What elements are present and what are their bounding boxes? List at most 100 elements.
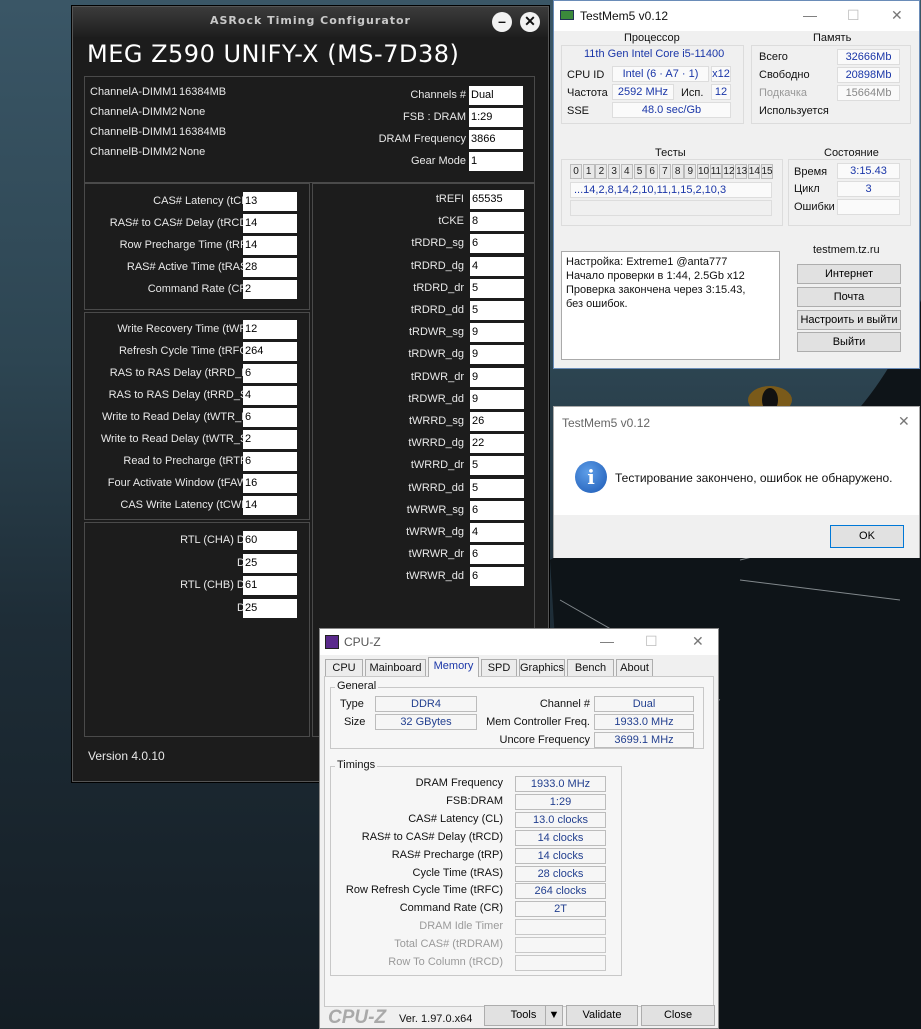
test-cell[interactable]: 7 bbox=[658, 164, 671, 179]
timing-field[interactable]: 8 bbox=[470, 212, 524, 232]
ok-button[interactable]: OK bbox=[830, 525, 904, 548]
timing-label: Write to Read Delay (tWTR_S) bbox=[100, 433, 251, 445]
timing-field[interactable]: 5 bbox=[470, 456, 524, 476]
test-cell[interactable]: 10 bbox=[697, 164, 709, 179]
timing-field[interactable]: 14 bbox=[243, 496, 297, 515]
tab-about[interactable]: About bbox=[616, 659, 653, 676]
timing-field[interactable]: 12 bbox=[243, 320, 297, 339]
timing-value: 1933.0 MHz bbox=[515, 776, 606, 792]
test-cell[interactable]: 15 bbox=[760, 164, 773, 179]
minimize-button[interactable]: — bbox=[600, 633, 614, 649]
test-cell[interactable]: 4 bbox=[620, 164, 633, 179]
tab-mainboard[interactable]: Mainboard bbox=[365, 659, 426, 676]
timing-field[interactable]: 60 bbox=[243, 531, 297, 550]
setup-exit-button[interactable]: Настроить и выйти bbox=[797, 310, 901, 330]
timing-field[interactable]: 22 bbox=[470, 434, 524, 454]
timing-field[interactable]: 25 bbox=[243, 598, 297, 618]
timing-field[interactable]: 65535 bbox=[470, 190, 524, 209]
timing-field[interactable]: 5 bbox=[470, 478, 524, 498]
timing-field[interactable]: 9 bbox=[470, 323, 524, 343]
minimize-button[interactable]: — bbox=[803, 7, 817, 23]
close-button[interactable]: ✕ bbox=[692, 633, 704, 650]
timing-label: tWRWR_dr bbox=[408, 548, 464, 561]
timing-field[interactable]: 13 bbox=[243, 192, 297, 211]
info-field[interactable]: 1 bbox=[469, 152, 523, 171]
tools-dropdown-icon[interactable]: ▼ bbox=[545, 1005, 563, 1026]
test-cell[interactable]: 14 bbox=[747, 164, 760, 179]
timing-field[interactable]: 2 bbox=[243, 430, 297, 449]
tools-label: Tools bbox=[510, 1009, 537, 1021]
testmem-titlebar[interactable]: TestMem5 v0.12 — ☐ ✕ bbox=[554, 1, 919, 31]
tab-cpu[interactable]: CPU bbox=[325, 659, 363, 676]
log-box[interactable]: Настройка: Extreme1 @anta777 Начало прове… bbox=[561, 251, 780, 360]
timing-label: RAS# Active Time (tRAS) bbox=[126, 261, 251, 273]
dimm-name: ChannelA-DIMM1 bbox=[90, 86, 178, 98]
validate-button[interactable]: Validate bbox=[566, 1005, 638, 1026]
timing-field[interactable]: 6 bbox=[470, 545, 524, 565]
tab-memory[interactable]: Memory bbox=[428, 657, 479, 677]
test-cell[interactable]: 2 bbox=[595, 164, 608, 179]
timing-label: tRDWR_dg bbox=[408, 348, 464, 361]
timing-field[interactable]: 9 bbox=[470, 345, 524, 365]
type-label: Type bbox=[340, 698, 364, 710]
timing-field[interactable]: 14 bbox=[243, 236, 297, 255]
test-cell[interactable]: 13 bbox=[735, 164, 747, 179]
timing-field[interactable]: 9 bbox=[470, 367, 524, 387]
timing-field[interactable]: 14 bbox=[243, 214, 297, 233]
tab-bench[interactable]: Bench bbox=[567, 659, 614, 676]
exit-button[interactable]: Выйти bbox=[797, 332, 901, 352]
close-window-button[interactable]: Close bbox=[641, 1005, 715, 1026]
dimm-name: ChannelB-DIMM1 bbox=[90, 126, 178, 138]
timing-field[interactable]: 26 bbox=[470, 412, 524, 431]
test-cell[interactable]: 1 bbox=[582, 164, 595, 179]
info-field[interactable]: 1:29 bbox=[469, 108, 523, 127]
test-cell[interactable]: 0 bbox=[570, 164, 582, 179]
timing-field[interactable]: 4 bbox=[243, 386, 297, 405]
timing-field[interactable]: 28 bbox=[243, 258, 297, 277]
cpuz-version: Ver. 1.97.0.x64 bbox=[399, 1013, 473, 1025]
info-field[interactable]: Dual bbox=[469, 86, 523, 105]
asrock-titlebar[interactable]: ASRock Timing Configurator – ✕ bbox=[73, 7, 548, 37]
test-cell[interactable]: 6 bbox=[646, 164, 659, 179]
tab-spd[interactable]: SPD bbox=[481, 659, 517, 676]
cpuz-title: CPU-Z bbox=[344, 635, 381, 649]
timing-label: FSB:DRAM bbox=[446, 794, 503, 807]
timing-field[interactable]: 6 bbox=[243, 408, 297, 427]
minimize-button[interactable]: – bbox=[492, 12, 512, 32]
timing-field[interactable]: 9 bbox=[470, 389, 524, 409]
cpuz-titlebar[interactable]: CPU-Z — ☐ ✕ bbox=[320, 629, 718, 655]
tab-graphics[interactable]: Graphics bbox=[519, 659, 565, 676]
timing-field[interactable]: 6 bbox=[470, 567, 524, 587]
timing-field[interactable]: 6 bbox=[470, 234, 524, 254]
timing-field[interactable]: 6 bbox=[470, 500, 524, 520]
mail-button[interactable]: Почта bbox=[797, 287, 901, 307]
timing-label: RAS# to CAS# Delay (tRCD) bbox=[109, 217, 251, 229]
test-cell[interactable]: 11 bbox=[709, 164, 722, 179]
timing-field[interactable]: 6 bbox=[243, 364, 297, 383]
timing-field[interactable]: 25 bbox=[243, 553, 297, 573]
test-cell[interactable]: 8 bbox=[671, 164, 684, 179]
timing-label: DRAM Frequency bbox=[415, 777, 503, 789]
timing-field[interactable]: 4 bbox=[470, 523, 524, 542]
timing-field[interactable]: 264 bbox=[243, 342, 297, 361]
test-cell[interactable]: 9 bbox=[684, 164, 697, 179]
test-cell[interactable]: 3 bbox=[608, 164, 621, 179]
timing-field[interactable]: 16 bbox=[243, 474, 297, 493]
test-cell[interactable]: 5 bbox=[633, 164, 646, 179]
timing-field[interactable]: 2 bbox=[243, 280, 297, 299]
close-button[interactable]: ✕ bbox=[891, 7, 903, 24]
maximize-button[interactable]: ☐ bbox=[847, 7, 860, 24]
timing-field[interactable]: 61 bbox=[243, 576, 297, 595]
errors-label: Ошибки bbox=[794, 201, 835, 213]
close-button[interactable]: ✕ bbox=[520, 12, 540, 32]
test-cell[interactable]: 12 bbox=[722, 164, 735, 179]
maximize-button[interactable]: ☐ bbox=[645, 633, 658, 650]
timing-field[interactable]: 6 bbox=[243, 452, 297, 471]
internet-button[interactable]: Интернет bbox=[797, 264, 901, 284]
dialog-close-button[interactable]: ✕ bbox=[898, 413, 910, 430]
timing-field[interactable]: 4 bbox=[470, 256, 524, 276]
timing-field[interactable]: 5 bbox=[470, 301, 524, 320]
log-line: без ошибок. bbox=[566, 298, 628, 310]
timing-field[interactable]: 5 bbox=[470, 278, 524, 298]
info-field[interactable]: 3866 bbox=[469, 130, 523, 149]
